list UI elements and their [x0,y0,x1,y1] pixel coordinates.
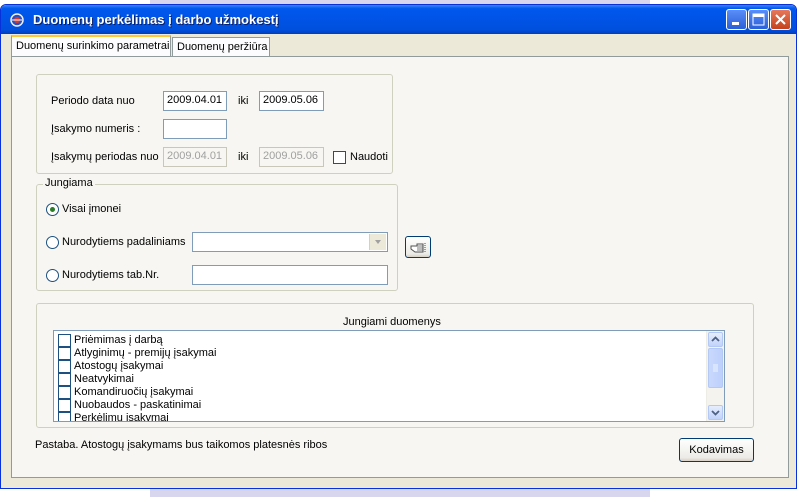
scroll-down-button[interactable] [708,405,723,420]
departments-combo[interactable] [192,232,388,252]
list-item-label: Neatvykimai [74,373,134,385]
scope-group: Jungiama Visai įmonei Nurodytiems padali… [36,177,398,291]
list-item[interactable]: Atostogų įsakymai [58,360,698,373]
tab-panel: Periodo data nuo 2009.04.01 iki 2009.05.… [11,56,789,478]
orders-from-field[interactable]: 2009.04.01 [163,147,227,167]
encode-button-label: Kodavimas [689,444,744,456]
list-item-checkbox[interactable] [58,386,71,399]
vertical-scrollbar[interactable] [706,331,724,421]
pointing-hand-icon [410,243,426,253]
tab-label: Duomenų surinkimo parametrai [16,40,170,52]
data-group: Jungiami duomenys Priėmimas į darbą Atly… [36,303,754,428]
period-date-to-field[interactable]: 2009.05.06 [259,91,324,111]
tab-data-collection-parameters[interactable]: Duomenų surinkimo parametrai [11,35,171,57]
data-list[interactable]: Priėmimas į darbą Atlyginimų - premijų į… [53,330,725,422]
list-item-checkbox[interactable] [58,399,71,412]
chevron-down-icon [711,410,720,416]
period-date-label: Periodo data nuo [51,95,135,107]
list-item-checkbox[interactable] [58,360,71,373]
tab-data-preview[interactable]: Duomenų peržiūra [172,37,270,56]
radio-tabnr[interactable] [46,269,59,282]
orders-to-label: iki [238,151,249,163]
radio-whole-company-label: Visai įmonei [62,203,122,215]
list-item[interactable]: Komandiruočių įsakymai [58,386,698,399]
list-item[interactable]: Neatvykimai [58,373,698,386]
scope-legend: Jungiama [43,177,95,189]
list-item[interactable]: Perkėlimų įsakymai [58,412,698,422]
close-icon [775,14,786,25]
list-item-checkbox[interactable] [58,334,71,347]
main-window: Duomenų perkėlimas į darbo užmokestį Duo… [0,4,797,489]
app-icon [9,12,25,28]
orders-to-field[interactable]: 2009.05.06 [259,147,324,167]
maximize-icon [752,13,765,26]
desktop-background-bottom [150,489,650,497]
order-number-field[interactable] [163,119,227,139]
radio-departments[interactable] [46,236,59,249]
data-section-title: Jungiami duomenys [343,316,441,328]
list-item-label: Atostogų įsakymai [74,360,164,372]
list-item-checkbox[interactable] [58,412,71,421]
dropdown-button[interactable] [369,234,386,250]
encode-button[interactable]: Kodavimas [679,438,754,462]
tabnr-field[interactable] [192,265,388,285]
chevron-up-icon [711,336,720,342]
scroll-thumb[interactable] [708,348,723,388]
close-button[interactable] [770,9,791,30]
period-group: Periodo data nuo 2009.04.01 iki 2009.05.… [36,74,393,174]
list-item-checkbox[interactable] [58,373,71,386]
window-title: Duomenų perkėlimas į darbo užmokestį [33,12,279,27]
use-checkbox[interactable] [333,151,346,164]
list-item-label: Atlyginimų - premijų įsakymai [74,347,217,359]
minimize-button[interactable] [726,9,747,30]
title-bar[interactable]: Duomenų perkėlimas į darbo užmokestį [1,5,796,34]
radio-tabnr-label: Nurodytiems tab.Nr. [62,269,160,281]
pick-button[interactable] [405,236,431,258]
period-to-label: iki [238,95,249,107]
note-text: Pastaba. Atostogų įsakymams bus taikomos… [35,439,328,451]
period-date-from-field[interactable]: 2009.04.01 [163,91,227,111]
orders-period-label: Įsakymų periodas nuo [51,151,159,163]
tab-label: Duomenų peržiūra [177,41,268,53]
radio-departments-label: Nurodytiems padaliniams [62,236,186,248]
chevron-down-icon [375,240,381,244]
list-item-label: Priėmimas į darbą [74,334,163,346]
maximize-button[interactable] [748,9,769,30]
minimize-icon [732,22,739,25]
list-item-checkbox[interactable] [58,347,71,360]
list-item-label: Nuobaudos - paskatinimai [74,399,202,411]
list-item[interactable]: Nuobaudos - paskatinimai [58,399,698,412]
list-item[interactable]: Atlyginimų - premijų įsakymai [58,347,698,360]
use-checkbox-label: Naudoti [350,151,388,163]
scroll-up-button[interactable] [708,332,723,347]
list-item[interactable]: Priėmimas į darbą [58,334,698,347]
radio-whole-company[interactable] [46,203,59,216]
list-item-label: Perkėlimų įsakymai [74,412,169,422]
order-number-label: Įsakymo numeris : [51,123,141,135]
list-item-label: Komandiruočių įsakymai [74,386,194,398]
